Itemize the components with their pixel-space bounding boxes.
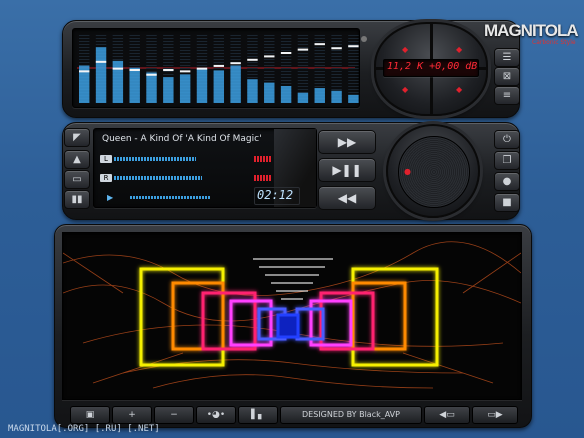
level-meter-right [114, 176, 202, 180]
eq-peak-marker [348, 45, 359, 48]
eq-peak-marker [163, 69, 174, 71]
eq-bar [314, 88, 325, 103]
eq-bar [95, 47, 107, 103]
eq-bar [230, 65, 241, 103]
eq-bar [163, 77, 174, 103]
eq-peak-marker [146, 73, 157, 76]
eq-peak-marker [95, 60, 107, 63]
eq-peak-marker [264, 55, 275, 58]
eq-bar [112, 60, 124, 103]
prev-preset-button[interactable]: ◀▭ [424, 406, 470, 424]
add-button[interactable]: + [112, 406, 152, 424]
brand-logo: MAGNITOLA Carbonic Style [484, 21, 579, 47]
track-title: Queen - A Kind Of 'A Kind Of Magic' [102, 134, 262, 144]
eq-bar [247, 79, 258, 103]
eq-bar [348, 94, 359, 103]
knob-dot-bl: ◆ [402, 85, 409, 94]
eq-bar [264, 82, 275, 103]
menu-button[interactable]: ≡ [494, 86, 520, 105]
eq-peak-marker [179, 70, 191, 73]
seek-bar[interactable] [130, 196, 210, 199]
eq-peak-marker [230, 62, 241, 65]
eq-bar [129, 67, 140, 103]
stats-button[interactable]: ▮▮ [64, 190, 90, 209]
visualizer-display [62, 232, 522, 400]
channel-right-label: R [100, 174, 112, 182]
play-pause-button[interactable]: ▶❚❚ [318, 158, 376, 182]
window-button[interactable]: ▭ [64, 170, 90, 189]
level-meter-right-peak [254, 175, 272, 181]
eject-button[interactable]: ◤ [64, 128, 90, 147]
logo-subtitle: Carbonic Style [532, 39, 576, 46]
eq-readout-text: 11,2 K +0,00 dB [387, 61, 478, 72]
logo-text: MAGNITOLA [484, 21, 579, 40]
eq-peak-marker [280, 52, 292, 54]
visualizer-window-button[interactable]: ▣ [70, 406, 110, 424]
record-button[interactable]: ● [494, 172, 520, 191]
eq-peak-marker [331, 47, 342, 50]
open-button[interactable]: ▲ [64, 150, 90, 169]
eq-bar [146, 72, 157, 103]
eq-slider-handle[interactable] [361, 36, 367, 42]
eq-bar [196, 69, 208, 103]
copy-button[interactable]: ❐ [494, 151, 520, 170]
eq-readout: 11,2 K +0,00 dB [383, 59, 479, 77]
next-preset-button[interactable]: ▭▶ [472, 406, 518, 424]
eq-peak-marker [112, 67, 124, 70]
eq-bar [213, 70, 225, 103]
eq-peak-marker [196, 67, 208, 70]
eq-peak-marker [297, 48, 309, 51]
track-display: Queen - A Kind Of 'A Kind Of Magic' L R … [93, 128, 317, 208]
play-state-icon: ▶ [107, 193, 114, 202]
knob-dot-tr: ◆ [456, 45, 463, 54]
visualizer-graphic [63, 241, 521, 389]
level-meter-left [114, 157, 196, 161]
footer-url: MAGNITOLA[.ORG] [.RU] [.NET] [8, 424, 160, 434]
volume-indicator-dot: ● [404, 167, 411, 176]
volume-knob[interactable]: ● [386, 124, 480, 218]
eq-peak-marker [129, 69, 140, 71]
eq-peak-marker [213, 64, 225, 67]
designer-credit: DESIGNED BY Black_AVP [280, 406, 422, 424]
knob-dot-tl: ◆ [402, 45, 409, 54]
channel-left-label: L [100, 155, 112, 163]
equalizer-bars [77, 35, 359, 103]
forward-button[interactable]: ▶▶ [318, 130, 376, 154]
equalizer-display [72, 28, 360, 108]
rewind-button[interactable]: ◀◀ [318, 186, 376, 210]
mini-mode-button[interactable]: ⊠ [494, 67, 520, 86]
remove-button[interactable]: − [154, 406, 194, 424]
stop-button[interactable]: ■ [494, 193, 520, 212]
eq-bar [331, 90, 342, 103]
eq-peak-marker [314, 43, 325, 46]
network-button[interactable]: •◕• [196, 406, 236, 424]
power-button[interactable]: ⏻ [494, 130, 520, 149]
eq-peak-marker [247, 58, 258, 61]
level-meter-left-peak [254, 156, 272, 162]
eq-bar [179, 74, 191, 103]
knob-dot-br: ◆ [456, 85, 463, 94]
time-display: 02:12 [257, 188, 294, 202]
eq-bars-button[interactable]: ▌▖ [238, 406, 278, 424]
eq-peak-marker [79, 70, 90, 73]
eq-bar [280, 86, 292, 103]
eq-bar [297, 92, 309, 103]
playlist-toggle-button[interactable]: ☰ [494, 48, 520, 67]
